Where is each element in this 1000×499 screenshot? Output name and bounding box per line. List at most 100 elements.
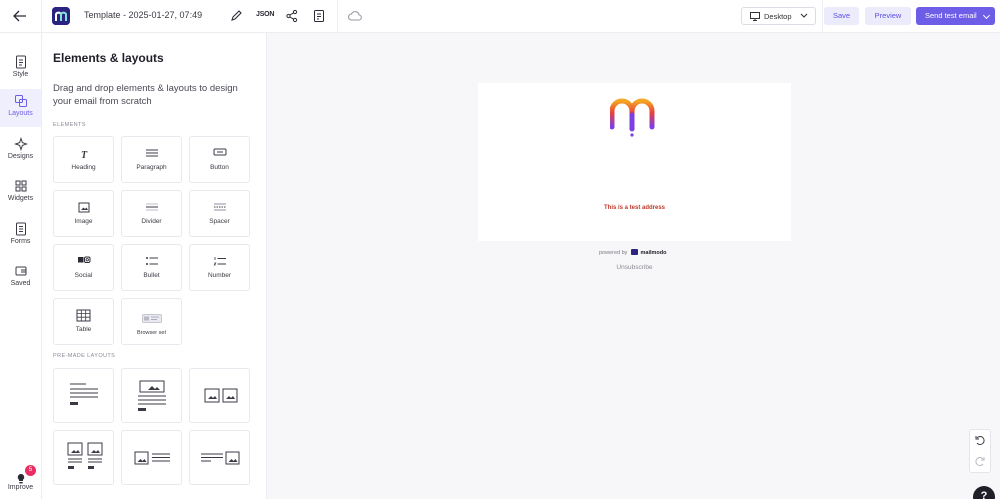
element-social[interactable]: Social	[53, 244, 114, 291]
element-table[interactable]: Table	[53, 298, 114, 345]
back-arrow-icon[interactable]	[11, 8, 29, 24]
paragraph-icon	[145, 149, 158, 157]
element-label: Divider	[141, 218, 162, 225]
rail-item-style[interactable]: Style	[0, 50, 41, 88]
element-divider[interactable]: Divider	[121, 190, 182, 237]
rail-item-label: Widgets	[7, 195, 34, 202]
rail-item-layouts[interactable]: Layouts	[0, 89, 41, 127]
element-number[interactable]: Number	[189, 244, 250, 291]
svg-text:T: T	[81, 150, 88, 160]
social-icon	[77, 256, 90, 263]
image-icon	[78, 202, 89, 213]
undo-button[interactable]	[970, 430, 990, 451]
template-title[interactable]: Template - 2025-01-27, 07:49	[84, 10, 202, 20]
cloud-saved-icon	[347, 8, 363, 24]
rail-item-label: Designs	[7, 153, 34, 160]
layout-two-images[interactable]	[189, 368, 250, 423]
layout-text-icon	[70, 383, 98, 405]
element-heading[interactable]: T Heading	[53, 136, 114, 183]
test-address-text: This is a test address	[603, 205, 666, 211]
device-selector[interactable]: Desktop	[741, 7, 816, 25]
rail-item-widgets[interactable]: Widgets	[0, 174, 41, 212]
brand-name: mailmodo	[640, 250, 667, 256]
mailmodo-logo	[52, 7, 70, 25]
heading-icon: T	[81, 150, 88, 160]
forms-icon	[15, 222, 26, 236]
panel-title: Elements & layouts	[53, 51, 164, 65]
layout-text-block[interactable]	[53, 368, 114, 423]
send-test-email-label: Send test email	[925, 11, 977, 20]
layout-image-left-icon	[134, 451, 170, 465]
mailmodo-mini-logo-icon	[630, 249, 638, 255]
element-browser-set[interactable]: Browser set	[121, 298, 182, 345]
browser-set-icon	[141, 314, 162, 323]
device-label: Desktop	[764, 12, 792, 21]
divider	[337, 0, 338, 33]
unsubscribe-link[interactable]: Unsubscribe	[478, 264, 791, 271]
layout-image-right-icon	[201, 451, 240, 465]
powered-by-text: powered by	[599, 250, 628, 256]
element-label: Button	[210, 164, 229, 171]
version-history-icon[interactable]	[311, 8, 327, 24]
element-label: Spacer	[209, 218, 230, 225]
improve-button[interactable]: 5 Improve	[0, 465, 41, 499]
redo-icon	[975, 457, 985, 466]
app-window: Template - 2025-01-27, 07:49 JSON Deskto…	[0, 0, 1000, 499]
redo-button[interactable]	[970, 451, 990, 472]
notification-badge: 5	[25, 465, 36, 476]
widgets-icon	[15, 180, 26, 192]
layout-two-images-icon	[204, 388, 238, 403]
rail-item-label: Saved	[10, 280, 31, 287]
element-bullet[interactable]: Bullet	[121, 244, 182, 291]
monitor-icon	[750, 12, 760, 21]
share-icon[interactable]	[284, 8, 300, 24]
rail-item-designs[interactable]: Designs	[0, 132, 41, 170]
rail-item-forms[interactable]: Forms	[0, 217, 41, 255]
preview-button[interactable]: Preview	[865, 7, 911, 25]
rail-item-label: Forms	[10, 238, 31, 245]
element-spacer[interactable]: Spacer	[189, 190, 250, 237]
send-test-email-button[interactable]: Send test email	[916, 7, 995, 25]
chevron-down-icon	[800, 13, 808, 18]
layout-image-text[interactable]	[121, 368, 182, 423]
layout-image-right[interactable]	[189, 430, 250, 485]
layout-image-left[interactable]	[121, 430, 182, 485]
layout-two-columns-icon	[67, 442, 103, 469]
chevron-down-icon[interactable]	[982, 11, 991, 20]
element-button[interactable]: Button	[189, 136, 250, 183]
edit-pencil-icon[interactable]	[228, 8, 244, 24]
elements-heading: ELEMENTS	[53, 122, 86, 128]
element-label: Heading	[71, 164, 96, 171]
spacer-icon	[213, 203, 226, 211]
save-button[interactable]: Save	[824, 7, 859, 25]
designs-icon	[13, 137, 28, 151]
element-image[interactable]: Image	[53, 190, 114, 237]
style-icon	[15, 55, 26, 69]
rail-item-label: Style	[12, 71, 29, 78]
json-button[interactable]: JSON	[256, 11, 274, 18]
divider	[822, 0, 823, 33]
improve-label: Improve	[7, 484, 34, 491]
element-paragraph[interactable]: Paragraph	[121, 136, 182, 183]
layout-image-text-icon	[138, 380, 166, 411]
top-bar: Template - 2025-01-27, 07:49 JSON Deskto…	[0, 0, 1000, 33]
layouts-icon	[14, 95, 27, 107]
history-controls	[969, 429, 991, 473]
button-icon	[213, 148, 226, 156]
element-label: Number	[207, 272, 232, 279]
divider	[41, 0, 42, 33]
brand-logo	[609, 97, 655, 137]
divider-icon	[145, 203, 158, 211]
lightbulb-icon	[17, 474, 24, 484]
panel-description: Drag and drop elements & layouts to desi…	[53, 83, 238, 107]
element-label: Social	[74, 272, 93, 279]
undo-icon	[975, 436, 985, 445]
elements-panel: Elements & layouts Drag and drop element…	[42, 33, 267, 499]
table-icon	[76, 309, 91, 322]
layout-two-columns[interactable]	[53, 430, 114, 485]
element-label: Browser set	[136, 330, 167, 336]
element-label: Bullet	[143, 272, 160, 279]
rail-item-label: Layouts	[8, 110, 33, 117]
powered-by-footer: powered by mailmodo	[599, 249, 666, 256]
rail-item-saved[interactable]: Saved	[0, 259, 41, 297]
